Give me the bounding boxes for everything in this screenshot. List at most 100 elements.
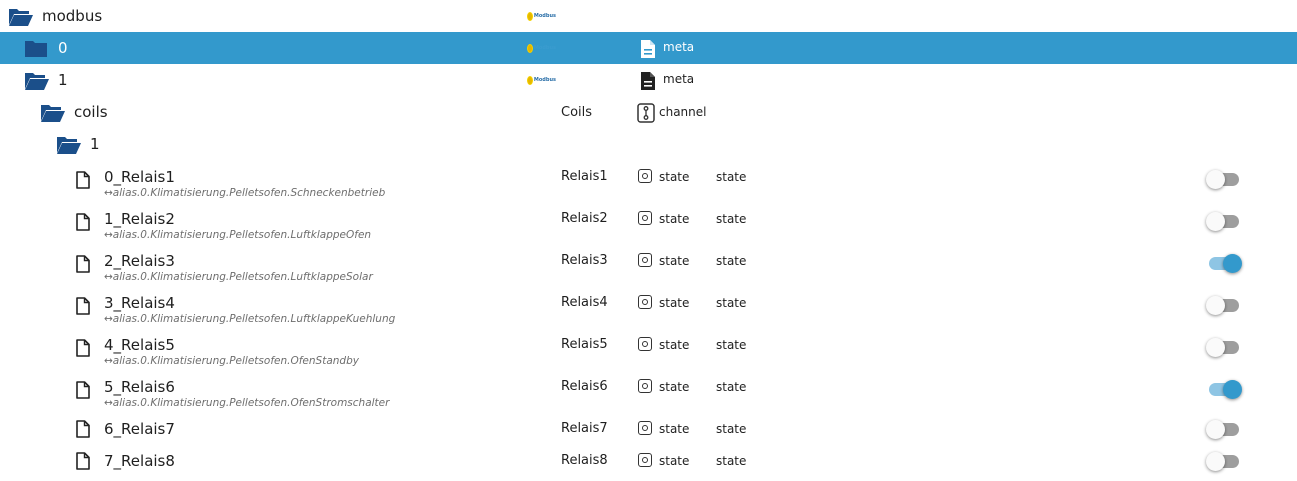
value-toggle-switch[interactable] [1206,419,1242,439]
object-type-label: state [659,380,690,394]
state-id: 1_Relais2 [104,210,175,228]
common-name: Relais3 [561,253,608,268]
object-type-label: state [659,170,690,184]
state-type-icon [638,337,652,351]
toggle-thumb [1206,420,1225,439]
state-row[interactable]: 0_Relais1 ↔alias.0.Klimatisierung.Pellet… [0,160,1297,202]
document-meta-icon [641,72,655,90]
common-name: Relais6 [561,379,608,394]
state-type-icon [638,295,652,309]
tree-item-name: 1 [58,71,68,89]
toggle-thumb [1223,254,1242,273]
value-toggle-switch[interactable] [1206,211,1242,231]
object-type-label: state [659,254,690,268]
state-row[interactable]: 4_Relais5 ↔alias.0.Klimatisierung.Pellet… [0,328,1297,370]
tree-item-name: coils [74,103,108,121]
state-type-icon [638,421,652,435]
object-type-label: meta [663,72,695,86]
value-toggle-switch[interactable] [1206,169,1242,189]
object-type-label: state [659,454,690,468]
tree-row-coils[interactable]: coils Coils channel [0,96,1297,128]
tree-item-name: 1 [90,135,100,153]
object-type-label: channel [659,105,707,119]
tree-row-coils-group[interactable]: 1 [0,128,1297,160]
state-type-icon [638,453,652,467]
state-alias: ↔alias.0.Klimatisierung.Pelletsofen.Luft… [104,313,396,325]
tree-item-name: 0 [58,39,68,57]
adapter-logo-icon: Modbus [528,75,556,85]
object-type-label: state [659,338,690,352]
state-alias: ↔alias.0.Klimatisierung.Pelletsofen.Ofen… [104,397,390,409]
toggle-thumb [1206,170,1225,189]
adapter-logo-text: Modbus [533,13,556,19]
file-icon [76,297,90,315]
tree-row-instance-1[interactable]: 1 Modbus meta [0,64,1297,96]
value-toggle-switch[interactable] [1206,379,1242,399]
state-type-icon [638,379,652,393]
object-type-label: state [659,212,690,226]
common-name: Coils [561,105,593,120]
folder-open-icon[interactable] [8,7,34,27]
object-role-label: state [716,254,747,268]
state-alias: ↔alias.0.Klimatisierung.Pelletsofen.Ofen… [104,355,359,367]
object-role-label: state [716,170,747,184]
state-type-icon [638,211,652,225]
toggle-thumb [1206,212,1225,231]
object-role-label: state [716,422,747,436]
object-type-label: state [659,422,690,436]
folder-open-icon[interactable] [56,135,82,155]
state-id: 4_Relais5 [104,336,175,354]
adapter-logo-text: Modbus [533,77,556,83]
value-toggle-switch[interactable] [1206,253,1242,273]
state-row[interactable]: 5_Relais6 ↔alias.0.Klimatisierung.Pellet… [0,370,1297,412]
file-icon [76,420,90,438]
state-alias: ↔alias.0.Klimatisierung.Pelletsofen.Schn… [104,187,386,199]
tree-item-name: modbus [42,7,103,25]
file-icon [76,452,90,470]
channel-icon [637,103,655,123]
value-toggle-switch[interactable] [1206,451,1242,471]
object-role-label: state [716,338,747,352]
folder-closed-icon[interactable] [24,39,48,58]
value-toggle-switch[interactable] [1206,337,1242,357]
file-icon [76,381,90,399]
value-toggle-switch[interactable] [1206,295,1242,315]
state-row[interactable]: 7_Relais8 Relais8 state state [0,444,1297,476]
state-row[interactable]: 2_Relais3 ↔alias.0.Klimatisierung.Pellet… [0,244,1297,286]
state-type-icon [638,169,652,183]
object-role-label: state [716,454,747,468]
file-icon [76,339,90,357]
state-type-icon [638,253,652,267]
state-id: 3_Relais4 [104,294,175,312]
tree-row-modbus[interactable]: modbus Modbus [0,0,1297,32]
object-type-label: meta [663,40,695,54]
common-name: Relais1 [561,169,608,184]
state-id: 5_Relais6 [104,378,175,396]
common-name: Relais8 [561,453,608,468]
object-role-label: state [716,212,747,226]
folder-open-icon[interactable] [40,103,66,123]
common-name: Relais7 [561,421,608,436]
state-alias: ↔alias.0.Klimatisierung.Pelletsofen.Luft… [104,271,373,283]
common-name: Relais5 [561,337,608,352]
state-row[interactable]: 1_Relais2 ↔alias.0.Klimatisierung.Pellet… [0,202,1297,244]
toggle-thumb [1223,380,1242,399]
state-alias: ↔alias.0.Klimatisierung.Pelletsofen.Luft… [104,229,372,241]
adapter-logo-icon: Modbus [528,11,556,21]
object-type-label: state [659,296,690,310]
toggle-thumb [1206,452,1225,471]
common-name: Relais2 [561,211,608,226]
state-row[interactable]: 3_Relais4 ↔alias.0.Klimatisierung.Pellet… [0,286,1297,328]
file-icon [76,255,90,273]
object-role-label: state [716,380,747,394]
common-name: Relais4 [561,295,608,310]
file-icon [76,213,90,231]
object-role-label: state [716,296,747,310]
file-icon [76,171,90,189]
tree-row-instance-0[interactable]: 0 Modbus meta [0,32,1297,64]
toggle-thumb [1206,338,1225,357]
adapter-logo-icon: Modbus [528,43,556,53]
state-row[interactable]: 6_Relais7 Relais7 state state [0,412,1297,444]
state-id: 6_Relais7 [104,420,175,438]
folder-open-icon[interactable] [24,71,50,91]
